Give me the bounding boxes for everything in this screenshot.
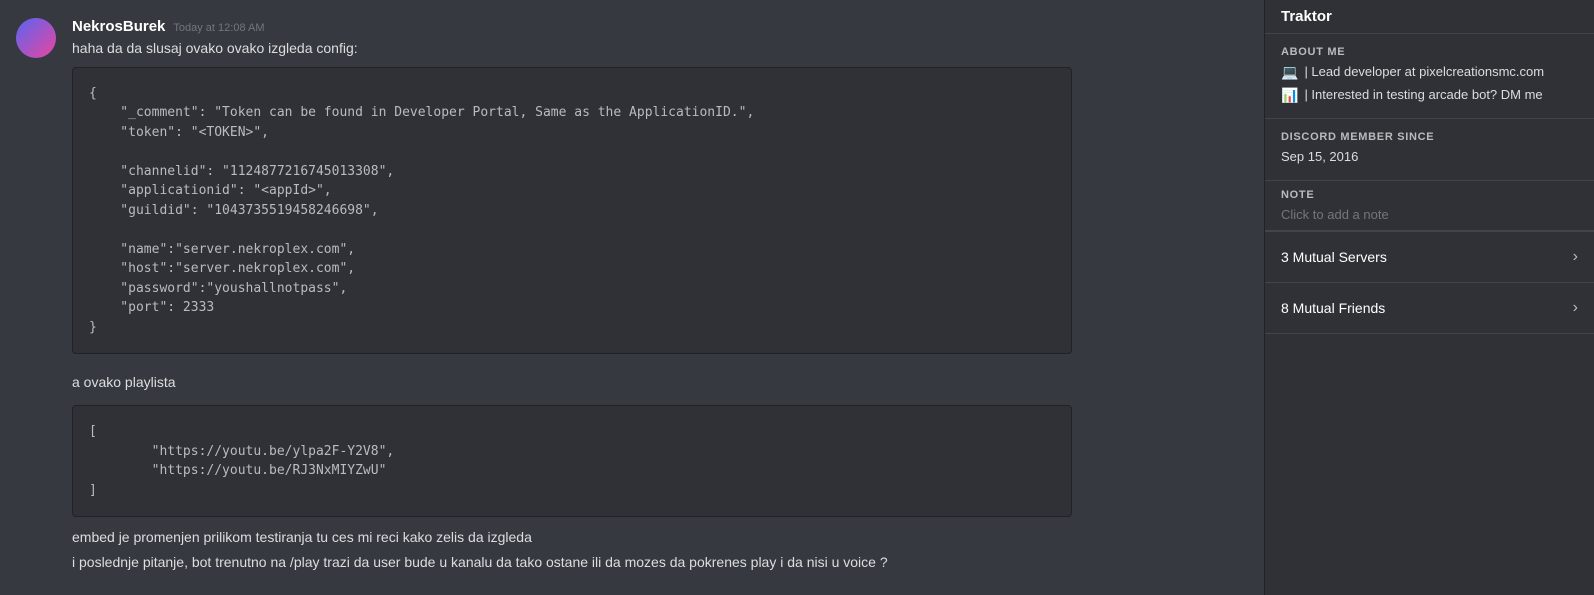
- about-me-text-2: | Interested in testing arcade bot? DM m…: [1304, 87, 1542, 102]
- server-name: Traktor: [1265, 0, 1594, 34]
- code-block-2-wrapper: [ "https://youtu.be/ylpa2F-Y2V8", "https…: [72, 397, 1264, 525]
- mutual-section: 3 Mutual Servers › 8 Mutual Friends ›: [1265, 231, 1594, 334]
- code-block-1: { "_comment": "Token can be found in Dev…: [72, 67, 1072, 355]
- about-me-text-1: | Lead developer at pixelcreationsmc.com: [1304, 64, 1544, 79]
- mutual-friends-label: 8 Mutual Friends: [1281, 300, 1385, 316]
- text-middle: a ovako playlista: [72, 374, 176, 390]
- note-section: NOTE Click to add a note: [1265, 189, 1594, 231]
- about-me-icon-1: 💻: [1281, 64, 1298, 81]
- code-block-2: [ "https://youtu.be/ylpa2F-Y2V8", "https…: [72, 405, 1072, 517]
- about-me-section: ABOUT ME 💻 | Lead developer at pixelcrea…: [1265, 34, 1594, 119]
- message-text-middle: a ovako playlista: [72, 368, 1264, 397]
- mutual-friends-chevron-icon: ›: [1573, 299, 1578, 317]
- text-after1: embed je promenjen prilikom testiranja t…: [72, 529, 532, 545]
- right-panel: Traktor ABOUT ME 💻 | Lead developer at p…: [1264, 0, 1594, 595]
- message-text-before: haha da da slusaj ovako ovako izgleda co…: [72, 39, 1248, 59]
- member-since-label: DISCORD MEMBER SINCE: [1281, 131, 1578, 143]
- chat-area: NekrosBurek Today at 12:08 AM haha da da…: [0, 0, 1264, 595]
- mutual-servers-label: 3 Mutual Servers: [1281, 249, 1387, 265]
- message-header: NekrosBurek Today at 12:08 AM: [72, 18, 1248, 35]
- note-label: NOTE: [1281, 189, 1578, 201]
- message-text-after2: i poslednje pitanje, bot trenutno na /pl…: [72, 550, 1264, 575]
- message-content: NekrosBurek Today at 12:08 AM haha da da…: [72, 18, 1248, 362]
- mutual-friends-row[interactable]: 8 Mutual Friends ›: [1265, 283, 1594, 334]
- about-me-row-2: 📊 | Interested in testing arcade bot? DM…: [1281, 87, 1578, 104]
- text-after2: i poslednje pitanje, bot trenutno na /pl…: [72, 554, 888, 570]
- member-since-section: DISCORD MEMBER SINCE Sep 15, 2016: [1265, 119, 1594, 181]
- member-since-date: Sep 15, 2016: [1281, 149, 1578, 164]
- about-me-row-1: 💻 | Lead developer at pixelcreationsmc.c…: [1281, 64, 1578, 81]
- avatar-image: [16, 18, 56, 58]
- mutual-servers-chevron-icon: ›: [1573, 248, 1578, 266]
- note-input[interactable]: Click to add a note: [1281, 207, 1578, 222]
- timestamp: Today at 12:08 AM: [173, 22, 264, 34]
- about-me-icon-2: 📊: [1281, 87, 1298, 104]
- username: NekrosBurek: [72, 18, 165, 35]
- message-text-after1: embed je promenjen prilikom testiranja t…: [72, 525, 1264, 550]
- message-group: NekrosBurek Today at 12:08 AM haha da da…: [0, 16, 1264, 364]
- about-me-label: ABOUT ME: [1281, 46, 1578, 58]
- mutual-servers-row[interactable]: 3 Mutual Servers ›: [1265, 232, 1594, 283]
- avatar: [16, 18, 56, 58]
